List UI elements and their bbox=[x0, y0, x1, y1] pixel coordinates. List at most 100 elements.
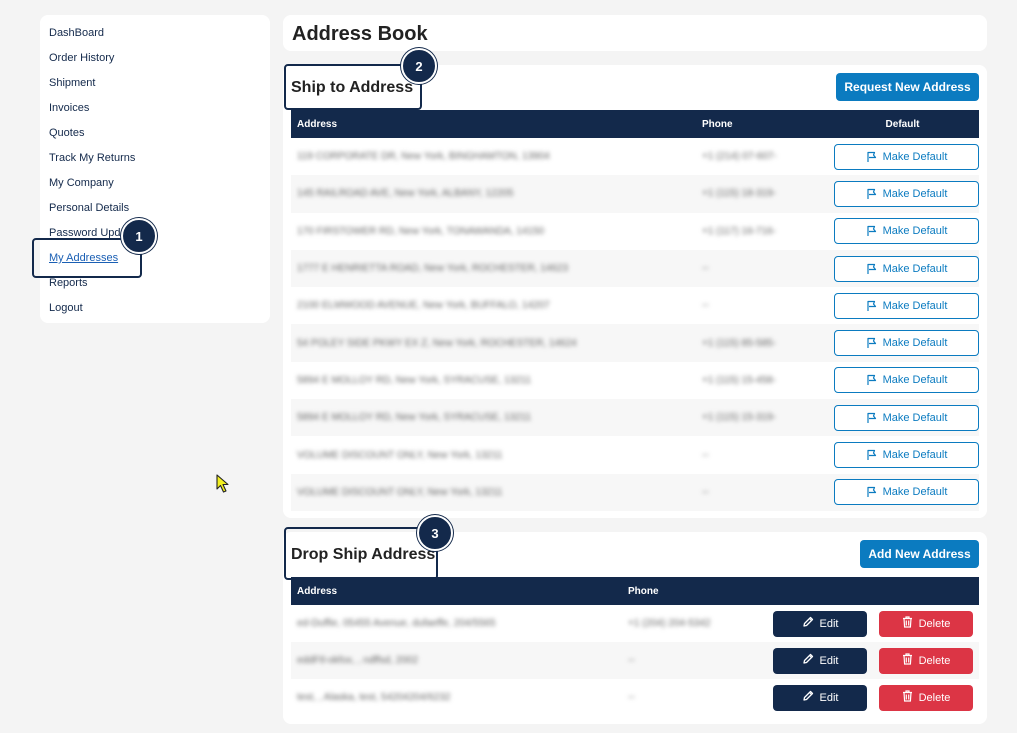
table-row: test, , Alaska, test, 54204204/6232 -- Edi… bbox=[291, 679, 979, 716]
make-default-label: Make Default bbox=[882, 374, 948, 387]
sidebar-item-track-my-returns[interactable]: Track My Returns bbox=[40, 149, 270, 174]
sidebar-item-order-history[interactable]: Order History bbox=[40, 49, 270, 74]
table-row: VOLUME DISCOUNT ONLY, New York, 13211 -- M… bbox=[291, 473, 979, 511]
table-row: 2100 ELMWOOD AVENUE, New York, BUFFALO, … bbox=[291, 287, 979, 324]
make-default-button[interactable]: Make Default bbox=[834, 442, 979, 469]
table-row: 1777 E HENRIETTA ROAD, New York, ROCHEST… bbox=[291, 249, 979, 288]
pencil-icon bbox=[802, 653, 814, 668]
edit-button[interactable]: Edit bbox=[773, 684, 867, 711]
flag-icon bbox=[866, 300, 878, 312]
table-row: 170 FIRSTOWER RD, New York, TONAWANDA, 1… bbox=[291, 213, 979, 250]
edit-label: Edit bbox=[819, 654, 839, 667]
phone-cell: -- bbox=[628, 655, 635, 666]
column-header-phone: Phone bbox=[628, 585, 659, 597]
column-header-edit bbox=[767, 577, 873, 605]
address-cell: 1777 E HENRIETTA ROAD, New York, ROCHEST… bbox=[297, 263, 569, 275]
phone-cell: -- bbox=[702, 486, 709, 498]
step-badge-3: 3 bbox=[417, 515, 453, 551]
address-cell: test, , Alaska, test, 54204204/6232 bbox=[297, 692, 451, 703]
delete-label: Delete bbox=[918, 654, 951, 667]
flag-icon bbox=[866, 225, 878, 237]
make-default-button[interactable]: Make Default bbox=[834, 143, 979, 170]
column-header-phone: Phone bbox=[702, 118, 733, 130]
make-default-label: Make Default bbox=[882, 299, 948, 312]
sidebar-item-my-company[interactable]: My Company bbox=[40, 174, 270, 199]
phone-cell: +1 (115) 85-585- bbox=[702, 337, 777, 349]
make-default-label: Make Default bbox=[882, 411, 948, 424]
make-default-label: Make Default bbox=[882, 262, 948, 275]
add-new-address-button[interactable]: Add New Address bbox=[860, 540, 979, 568]
flag-icon bbox=[866, 188, 878, 200]
address-cell: VOLUME DISCOUNT ONLY, New York, 13211 bbox=[297, 449, 503, 461]
pencil-icon bbox=[802, 616, 814, 631]
trash-icon bbox=[902, 616, 913, 631]
phone-cell: -- bbox=[702, 263, 709, 275]
flag-icon bbox=[866, 151, 878, 163]
make-default-button[interactable]: Make Default bbox=[834, 292, 979, 319]
sidebar-item-dashboard[interactable]: DashBoard bbox=[40, 24, 270, 49]
make-default-button[interactable]: Make Default bbox=[834, 218, 979, 245]
phone-cell: -- bbox=[702, 300, 709, 312]
make-default-button[interactable]: Make Default bbox=[834, 255, 979, 282]
column-header-default: Default bbox=[885, 118, 920, 130]
sidebar-item-shipment[interactable]: Shipment bbox=[40, 74, 270, 99]
sidebar-item-personal-details[interactable]: Personal Details bbox=[40, 199, 270, 224]
flag-icon bbox=[866, 337, 878, 349]
trash-icon bbox=[902, 653, 913, 668]
edit-label: Edit bbox=[819, 691, 839, 704]
table-header-row: Address Phone bbox=[291, 577, 979, 605]
make-default-button[interactable]: Make Default bbox=[834, 367, 979, 394]
sidebar-item-logout[interactable]: Logout bbox=[40, 299, 270, 325]
edit-button[interactable]: Edit bbox=[773, 610, 867, 637]
column-header-delete bbox=[873, 577, 979, 605]
request-new-address-button[interactable]: Request New Address bbox=[836, 73, 979, 101]
phone-cell: +1 (117) 16-716- bbox=[702, 225, 777, 237]
page-header: Address Book bbox=[283, 15, 987, 51]
make-default-label: Make Default bbox=[882, 337, 948, 350]
edit-button[interactable]: Edit bbox=[773, 647, 867, 674]
table-row: 54 POLEY SIDE PKWY EX Z, New York, ROCHE… bbox=[291, 324, 979, 362]
drop-ship-address-table: Address Phone ed-Duffie, 05455 Avenue, d… bbox=[291, 577, 979, 716]
table-row: VOLUME DISCOUNT ONLY, New York, 13211 -- M… bbox=[291, 436, 979, 473]
sidebar-item-invoices[interactable]: Invoices bbox=[40, 99, 270, 124]
trash-icon bbox=[902, 690, 913, 705]
sidebar-item-quotes[interactable]: Quotes bbox=[40, 124, 270, 149]
make-default-label: Make Default bbox=[882, 150, 948, 163]
flag-icon bbox=[866, 449, 878, 461]
pencil-icon bbox=[802, 690, 814, 705]
delete-button[interactable]: Delete bbox=[879, 647, 973, 674]
address-cell: ed-Duffie, 05455 Avenue, dufaeffe, 204/5… bbox=[297, 618, 496, 629]
address-cell: 54 POLEY SIDE PKWY EX Z, New York, ROCHE… bbox=[297, 337, 577, 349]
step-badge-2: 2 bbox=[401, 48, 437, 84]
make-default-label: Make Default bbox=[882, 187, 948, 200]
delete-label: Delete bbox=[918, 691, 951, 704]
phone-cell: -- bbox=[628, 692, 635, 703]
table-row: 5894 E MOLLOY RD, New York, SYRACUSE, 13… bbox=[291, 362, 979, 399]
make-default-button[interactable]: Make Default bbox=[834, 479, 979, 506]
phone-cell: -- bbox=[702, 449, 709, 461]
phone-cell: +1 (115) 15-319- bbox=[702, 412, 777, 424]
table-row: ed-Duffie, 05455 Avenue, dufaeffe, 204/5… bbox=[291, 605, 979, 642]
address-cell: 170 FIRSTOWER RD, New York, TONAWANDA, 1… bbox=[297, 225, 545, 237]
mouse-pointer-icon bbox=[216, 474, 230, 499]
address-cell: eddFtl-okfox, , ndffsd, 2002 bbox=[297, 655, 419, 666]
flag-icon bbox=[866, 374, 878, 386]
address-cell: 2100 ELMWOOD AVENUE, New York, BUFFALO, … bbox=[297, 300, 550, 312]
make-default-label: Make Default bbox=[882, 486, 948, 499]
ship-to-address-section: Ship to Address Request New Address Addr… bbox=[283, 65, 987, 518]
delete-button[interactable]: Delete bbox=[879, 610, 973, 637]
phone-cell: +1 (204) 204-5342 bbox=[628, 618, 711, 629]
flag-icon bbox=[866, 486, 878, 498]
address-cell: 145 RAILROAD AVE, New York, ALBANY, 1220… bbox=[297, 188, 514, 200]
make-default-button[interactable]: Make Default bbox=[834, 180, 979, 207]
delete-button[interactable]: Delete bbox=[879, 684, 973, 711]
make-default-button[interactable]: Make Default bbox=[834, 404, 979, 431]
address-cell: 5894 E MOLLOY RD, New York, SYRACUSE, 13… bbox=[297, 374, 532, 386]
table-header-row: Address Phone Default bbox=[291, 110, 979, 138]
phone-cell: +1 (115) 15-458- bbox=[702, 374, 777, 386]
ship-address-table: Address Phone Default 119 CORPORATE DR, … bbox=[291, 110, 979, 511]
highlight-box-drop-ship-address bbox=[284, 527, 438, 580]
address-cell: VOLUME DISCOUNT ONLY, New York, 13211 bbox=[297, 486, 503, 498]
edit-label: Edit bbox=[819, 617, 839, 630]
make-default-button[interactable]: Make Default bbox=[834, 330, 979, 357]
